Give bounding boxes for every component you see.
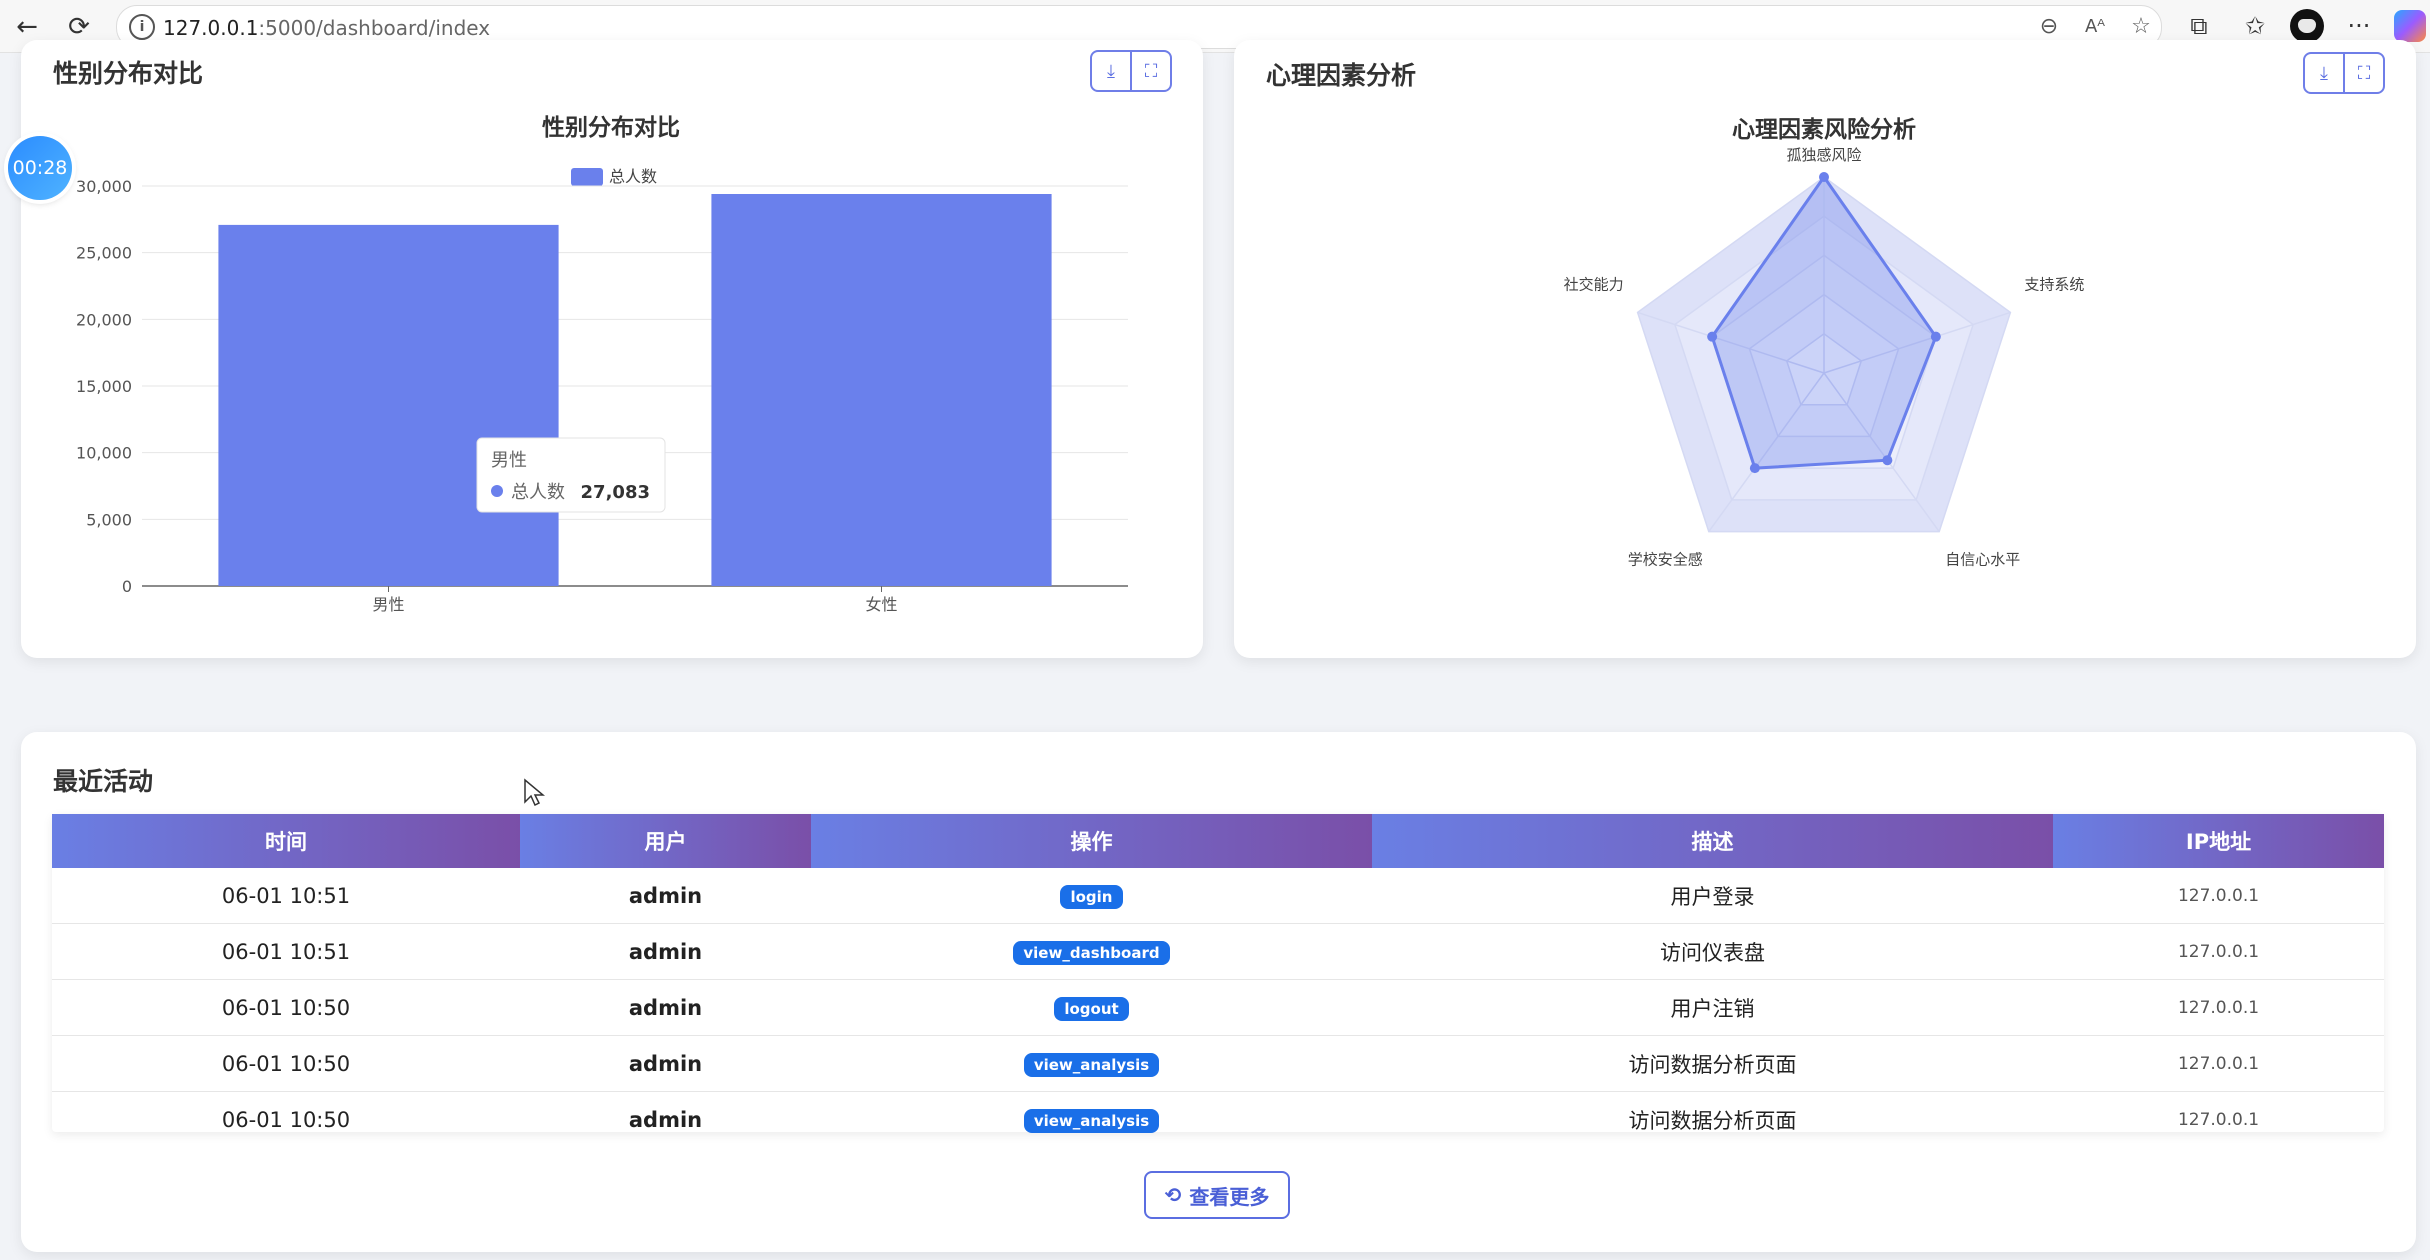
read-aloud-icon[interactable]: Aᴬ (2081, 13, 2109, 41)
profile-avatar[interactable] (2290, 9, 2324, 43)
tooltip-value: 27,083 (581, 482, 650, 503)
reload-icon[interactable]: ⟳ (62, 10, 96, 44)
cell-ip: 127.0.0.1 (2053, 979, 2384, 1036)
action-badge: view_analysis (1023, 1108, 1160, 1133)
more-menu-icon[interactable]: ··· (2344, 11, 2374, 41)
zoom-out-icon[interactable]: ⊖ (2035, 13, 2063, 41)
cell-ip: 127.0.0.1 (2053, 923, 2384, 980)
cell-user: admin (520, 979, 811, 1036)
radar-point[interactable] (1882, 455, 1893, 466)
y-tick-label: 5,000 (86, 510, 132, 529)
back-arrow-icon[interactable]: ← (10, 10, 44, 44)
activity-table: 时间 用户 操作 描述 IP地址 06-01 10:51 admin login… (52, 814, 2384, 1147)
view-more-label: 查看更多 (1189, 1184, 1270, 1209)
action-badge: view_analysis (1023, 1052, 1160, 1077)
cell-time: 06-01 10:51 (52, 868, 520, 924)
cell-description: 用户注销 (1372, 979, 2053, 1036)
table-row[interactable]: 06-01 10:50 admin view_analysis 访问数据分析页面… (52, 1092, 2384, 1148)
site-info-icon[interactable]: i (129, 14, 155, 40)
action-badge: logout (1054, 996, 1129, 1021)
radar-indicator-label: 自信心水平 (1945, 551, 2020, 569)
radar-indicator-label: 孤独感风险 (1786, 146, 1861, 164)
cell-time: 06-01 10:51 (52, 923, 520, 980)
cell-action: view_analysis (811, 1035, 1372, 1092)
radar-point[interactable] (1707, 331, 1718, 342)
cell-description: 访问仪表盘 (1372, 923, 2053, 980)
bar[interactable] (218, 224, 559, 587)
copilot-icon[interactable] (2394, 10, 2426, 42)
chart-legend[interactable]: 总人数 (571, 167, 657, 186)
chart-tooltip: 男性 总人数 27,083 (476, 437, 666, 513)
mouse-cursor-icon (524, 778, 545, 807)
cell-user: admin (628, 1107, 703, 1132)
card-title: 最近活动 (53, 767, 154, 796)
cell-time: 06-01 10:50 (52, 979, 520, 1036)
header-description[interactable]: 描述 (1372, 814, 2053, 868)
url-path: :5000/dashboard/index (258, 16, 491, 40)
psych-radar-chart: 心理因素风险分析 孤独感风险支持系统自信心水平 学校安全感 社交能力 (1564, 116, 2085, 569)
timer-badge[interactable]: 00:28 (8, 136, 72, 200)
table-row[interactable]: 06-01 10:50 admin view_analysis 访问数据分析页面… (52, 1035, 2384, 1092)
cell-time: 06-01 10:50 (52, 1035, 520, 1092)
legend-label: 总人数 (609, 167, 657, 186)
radar-point[interactable] (1749, 463, 1760, 474)
header-time[interactable]: 时间 (52, 814, 520, 868)
action-badge: login (1060, 884, 1123, 909)
bar[interactable] (711, 194, 1052, 586)
table-row[interactable]: 06-01 10:51 admin login 用户登录 127.0.0.1 (52, 868, 2384, 924)
cell-description: 访问数据分析页面 (1372, 1035, 2053, 1092)
favorite-star-icon[interactable]: ☆ (2127, 13, 2155, 41)
radar-series-area[interactable] (1710, 174, 1938, 470)
cell-user: admin (520, 868, 811, 924)
cell-action: view_dashboard (811, 923, 1372, 980)
y-tick-label: 15,000 (76, 377, 132, 396)
cell-ip: 127.0.0.1 (2053, 868, 2384, 924)
cell-user: admin (520, 1035, 811, 1092)
tooltip-dot (491, 485, 503, 497)
x-tick-label: 女性 (865, 595, 897, 614)
chart-title: 心理因素风险分析 (1732, 116, 1916, 143)
y-tick-label: 25,000 (76, 244, 132, 263)
y-tick-label: 30,000 (76, 177, 132, 196)
cell-ip: 127.0.0.1 (2053, 1035, 2384, 1092)
table-row[interactable]: 06-01 10:50 admin logout 用户注销 127.0.0.1 (52, 979, 2384, 1036)
header-user[interactable]: 用户 (520, 814, 811, 868)
favorites-icon[interactable]: ✩ (2240, 11, 2270, 41)
tooltip-category: 男性 (491, 450, 527, 471)
chart-title: 性别分布对比 (542, 114, 680, 141)
cell-description: 访问数据分析页面 (1628, 1108, 1797, 1133)
cell-action: view_analysis (811, 1092, 1372, 1148)
table-row[interactable]: 06-01 10:51 admin view_dashboard 访问仪表盘 1… (52, 923, 2384, 980)
table-header-row: 时间 用户 操作 描述 IP地址 (52, 814, 2384, 868)
radar-indicator-label: 学校安全感 (1628, 551, 1703, 569)
radar-indicator-label: 支持系统 (2024, 275, 2084, 293)
y-tick-label: 20,000 (76, 310, 132, 329)
cell-ip: 127.0.0.1 (2177, 1109, 2260, 1130)
url-host: 127.0.0.1 (163, 16, 259, 40)
radar-point[interactable] (1819, 172, 1829, 182)
header-ip[interactable]: IP地址 (2053, 814, 2384, 868)
cell-time: 06-01 10:50 (221, 1107, 351, 1132)
cell-action: logout (811, 979, 1372, 1036)
y-tick-label: 10,000 (76, 444, 132, 463)
cell-action: login (811, 868, 1372, 924)
x-tick-label: 男性 (372, 595, 404, 614)
history-icon: ⟲ (1164, 1183, 1182, 1207)
tooltip-series: 总人数 (511, 482, 565, 503)
gender-bar-chart: 性别分布对比 总人数 0 5,000 10,000 15,000 20,000 25,00… (76, 114, 1128, 614)
radar-point[interactable] (1930, 331, 1941, 342)
url-text[interactable]: 127.0.0.1:5000/dashboard/index (163, 16, 490, 40)
legend-swatch (571, 168, 603, 186)
action-badge: view_dashboard (1013, 940, 1170, 965)
cell-user: admin (520, 923, 811, 980)
y-tick-label: 0 (122, 577, 132, 596)
header-action[interactable]: 操作 (811, 814, 1372, 868)
view-more-button[interactable]: ⟲ 查看更多 (1144, 1171, 1290, 1219)
extensions-icon[interactable]: ⧉ (2184, 11, 2214, 41)
radar-indicator-label: 社交能力 (1564, 275, 1624, 293)
cell-description: 用户登录 (1372, 868, 2053, 924)
